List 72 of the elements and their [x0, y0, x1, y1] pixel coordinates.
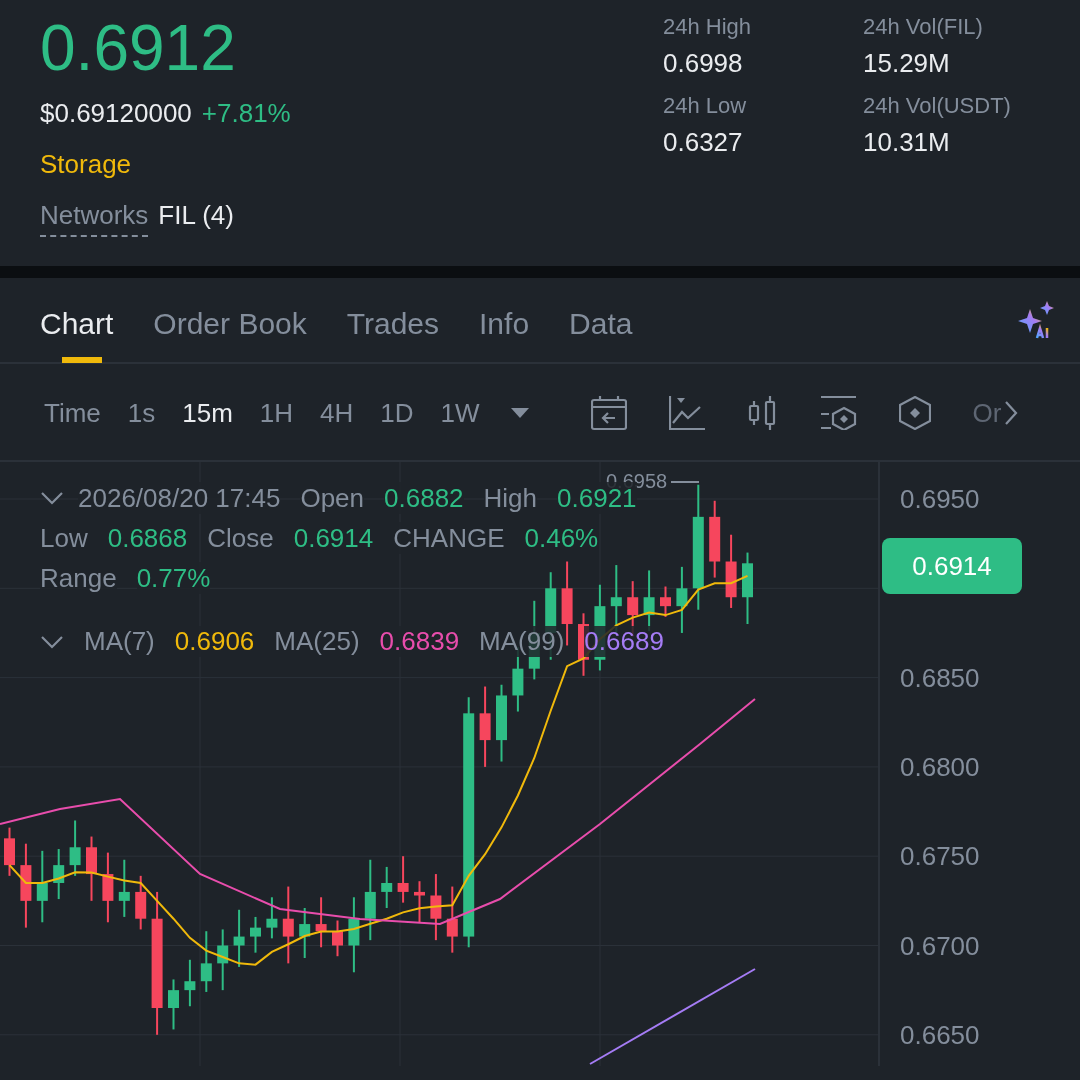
interval-option[interactable]: 4H: [320, 397, 354, 429]
tab[interactable]: Data: [569, 277, 633, 363]
price-axis-label: 0.6700: [900, 930, 980, 961]
candlestick: [200, 930, 212, 993]
networks-label[interactable]: Networks: [40, 200, 149, 237]
chevron-right-icon[interactable]: [1003, 400, 1018, 426]
candlestick: [53, 848, 65, 901]
price-axis-label: 0.6850: [900, 662, 980, 693]
interval-option[interactable]: 1D: [380, 397, 414, 429]
interval-option[interactable]: 1s: [127, 397, 156, 429]
stat-label: 24h Low: [663, 93, 747, 119]
candlestick: [676, 565, 688, 634]
networks-value: FIL (4): [158, 200, 234, 231]
ohlc-label: CHANGE: [393, 522, 505, 554]
caret-icon[interactable]: [510, 408, 529, 418]
candlestick: [184, 958, 196, 1008]
ohlc-value: 0.77%: [136, 562, 211, 594]
candlestick: [430, 873, 442, 942]
hexagon-icon[interactable]: [898, 396, 931, 430]
candlestick: [332, 919, 343, 958]
category-tag[interactable]: Storage: [40, 149, 132, 180]
fiat-price: $0.69120000: [40, 98, 192, 129]
ma-label: MA(99): [479, 626, 565, 657]
interval-option[interactable]: 1H: [259, 397, 294, 429]
stat-label: 24h High: [663, 14, 752, 40]
candlestick: [217, 928, 229, 992]
candlestick: [315, 896, 327, 949]
candlestick: [233, 908, 245, 968]
ma-value: 0.6689: [584, 626, 664, 657]
candlestick: [397, 855, 409, 904]
ma-value: 0.6906: [174, 626, 255, 657]
candlestick: [118, 858, 130, 918]
candlestick: [168, 978, 179, 1031]
chevron-down-icon[interactable]: [40, 491, 64, 505]
stat-value: 0.6327: [663, 127, 743, 158]
stat-label: 24h Vol(USDT): [863, 93, 1011, 119]
candlestick: [135, 874, 147, 931]
interval-option[interactable]: Time: [44, 397, 101, 429]
stat-value: 10.31M: [863, 127, 950, 158]
stat-label: 24h Vol(FIL): [863, 14, 983, 40]
candlestick: [266, 896, 278, 940]
interval-option[interactable]: 1W: [440, 397, 480, 429]
tab[interactable]: Trades: [346, 277, 440, 363]
candlestick: [299, 907, 311, 959]
price-axis-label: 0.6750: [900, 841, 980, 872]
tab[interactable]: Info: [479, 277, 530, 363]
ma-value: 0.6839: [379, 626, 460, 657]
line-chart-icon[interactable]: [668, 395, 705, 431]
candlestick: [86, 835, 97, 902]
stat-value: 0.6998: [663, 48, 743, 79]
chevron-down-icon[interactable]: [40, 634, 64, 649]
candlestick: [69, 819, 81, 877]
interval-option[interactable]: 15m: [182, 397, 233, 429]
price-axis-label: 0.6800: [900, 751, 980, 782]
candlestick: [414, 880, 425, 924]
stat-value: 15.29M: [863, 48, 950, 79]
candlestick: [4, 826, 15, 877]
price-change: +7.81%: [201, 98, 291, 129]
price-axis-label: 0.6650: [900, 1019, 980, 1050]
candlestick: [446, 885, 458, 954]
indicator-settings-icon[interactable]: [820, 396, 857, 430]
calendar-icon[interactable]: [590, 395, 627, 431]
ohlc-value: 0.6882: [384, 482, 464, 514]
current-price-badge: 0.6914: [882, 538, 1022, 594]
candle-date: 2026/08/20 17:45: [78, 482, 281, 514]
candlestick: [250, 915, 261, 954]
overflow-option[interactable]: Or: [972, 397, 1002, 429]
tab[interactable]: Order Book: [153, 277, 307, 363]
candlestick: [381, 865, 393, 909]
last-price: 0.6912: [40, 12, 237, 84]
price-axis-label: 0.6950: [900, 484, 980, 514]
candlestick: [660, 585, 671, 618]
